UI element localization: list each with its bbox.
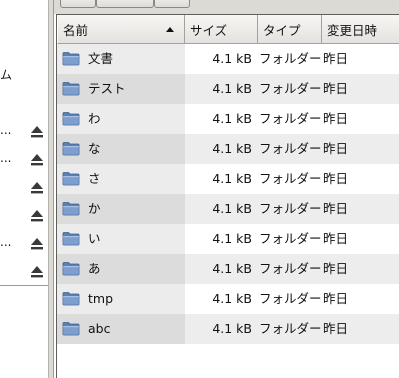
file-row[interactable]: な 4.1 kB フォルダー 昨日: [57, 134, 399, 164]
eject-icon[interactable]: [30, 153, 44, 166]
file-type: フォルダー: [259, 141, 322, 156]
column-header-label: サイズ: [190, 23, 228, 38]
sidebar-item-label: ...: [0, 151, 12, 165]
file-modified: 昨日: [323, 201, 349, 216]
file-size: 4.1 kB: [212, 81, 252, 96]
folder-icon: [62, 142, 80, 156]
file-modified: 昨日: [323, 171, 349, 186]
folder-icon: [62, 322, 80, 336]
file-name: か: [88, 201, 101, 216]
file-size: 4.1 kB: [212, 321, 252, 336]
folder-icon: [62, 292, 80, 306]
file-type: フォルダー: [259, 231, 322, 246]
file-size: 4.1 kB: [212, 201, 252, 216]
file-size: 4.1 kB: [212, 261, 252, 276]
file-name: 文書: [88, 51, 114, 66]
file-list[interactable]: 名前 サイズ タイプ 変更日時 文書 4.1 kB フォルダー 昨日 テスト 4…: [56, 14, 399, 378]
file-type: フォルダー: [259, 321, 322, 336]
folder-icon: [62, 172, 80, 186]
file-row[interactable]: abc 4.1 kB フォルダー 昨日: [57, 314, 399, 344]
file-size: 4.1 kB: [212, 231, 252, 246]
file-modified: 昨日: [323, 321, 349, 336]
eject-icon[interactable]: [30, 237, 44, 250]
file-size: 4.1 kB: [212, 291, 252, 306]
column-header-type[interactable]: タイプ: [258, 15, 322, 44]
file-modified: 昨日: [323, 141, 349, 156]
folder-icon: [62, 232, 80, 246]
sort-ascending-icon: [166, 27, 174, 32]
path-button[interactable]: [96, 0, 154, 8]
file-modified: 昨日: [323, 291, 349, 306]
eject-icon[interactable]: [30, 209, 44, 222]
file-row[interactable]: あ 4.1 kB フォルダー 昨日: [57, 254, 399, 284]
folder-icon: [62, 52, 80, 66]
file-type: フォルダー: [259, 261, 322, 276]
sidebar-item-volume-6[interactable]: [0, 262, 48, 280]
file-name: さ: [88, 171, 101, 186]
column-header-bar: 名前 サイズ タイプ 変更日時: [57, 15, 399, 44]
file-name: abc: [88, 321, 111, 336]
file-name: な: [88, 141, 101, 156]
file-name: あ: [88, 261, 101, 276]
file-rows: 文書 4.1 kB フォルダー 昨日 テスト 4.1 kB フォルダー 昨日 わ…: [57, 44, 399, 344]
pane-splitter[interactable]: [48, 0, 54, 378]
sidebar-item-volume-4[interactable]: [0, 206, 48, 224]
folder-icon: [62, 202, 80, 216]
file-name: わ: [88, 111, 101, 126]
folder-icon: [62, 262, 80, 276]
file-name: い: [88, 231, 101, 246]
file-size: 4.1 kB: [212, 171, 252, 186]
eject-icon[interactable]: [30, 125, 44, 138]
file-size: 4.1 kB: [212, 141, 252, 156]
file-type: フォルダー: [259, 171, 322, 186]
file-type: フォルダー: [259, 201, 322, 216]
sidebar-item-volume-5[interactable]: ...: [0, 234, 48, 252]
eject-icon[interactable]: [30, 265, 44, 278]
file-modified: 昨日: [323, 81, 349, 96]
path-button[interactable]: [60, 0, 96, 8]
file-row[interactable]: tmp 4.1 kB フォルダー 昨日: [57, 284, 399, 314]
sidebar-item-label: ...: [0, 235, 12, 249]
column-header-label: タイプ: [263, 23, 301, 38]
file-size: 4.1 kB: [212, 111, 252, 126]
file-type: フォルダー: [259, 51, 322, 66]
file-row[interactable]: 文書 4.1 kB フォルダー 昨日: [57, 44, 399, 74]
file-name: tmp: [88, 291, 114, 306]
sidebar-item-volume-2[interactable]: ...: [0, 150, 48, 168]
file-row[interactable]: さ 4.1 kB フォルダー 昨日: [57, 164, 399, 194]
sidebar-item-volume-1[interactable]: ...: [0, 122, 48, 140]
column-header-label: 名前: [63, 23, 89, 38]
path-button[interactable]: [154, 0, 190, 8]
file-type: フォルダー: [259, 291, 322, 306]
file-row[interactable]: い 4.1 kB フォルダー 昨日: [57, 224, 399, 254]
folder-icon: [62, 112, 80, 126]
file-row[interactable]: わ 4.1 kB フォルダー 昨日: [57, 104, 399, 134]
sidebar-divider: [0, 285, 48, 286]
file-modified: 昨日: [323, 231, 349, 246]
column-header-modified[interactable]: 変更日時: [322, 15, 399, 44]
file-modified: 昨日: [323, 261, 349, 276]
file-name: テスト: [88, 81, 126, 96]
column-header-size[interactable]: サイズ: [185, 15, 258, 44]
sidebar-item-volume-3[interactable]: [0, 178, 48, 196]
sidebar-fragment: ム: [0, 68, 13, 82]
file-type: フォルダー: [259, 111, 322, 126]
column-header-name[interactable]: 名前: [57, 15, 185, 44]
file-row[interactable]: テスト 4.1 kB フォルダー 昨日: [57, 74, 399, 104]
folder-icon: [62, 82, 80, 96]
file-modified: 昨日: [323, 111, 349, 126]
sidebar-item-label: ...: [0, 123, 12, 137]
path-bar: [54, 0, 399, 14]
eject-icon[interactable]: [30, 181, 44, 194]
column-header-label: 変更日時: [327, 23, 378, 38]
places-sidebar: ム ... ... ...: [0, 0, 48, 378]
file-size: 4.1 kB: [212, 51, 252, 66]
file-row[interactable]: か 4.1 kB フォルダー 昨日: [57, 194, 399, 224]
file-type: フォルダー: [259, 81, 322, 96]
file-modified: 昨日: [323, 51, 349, 66]
